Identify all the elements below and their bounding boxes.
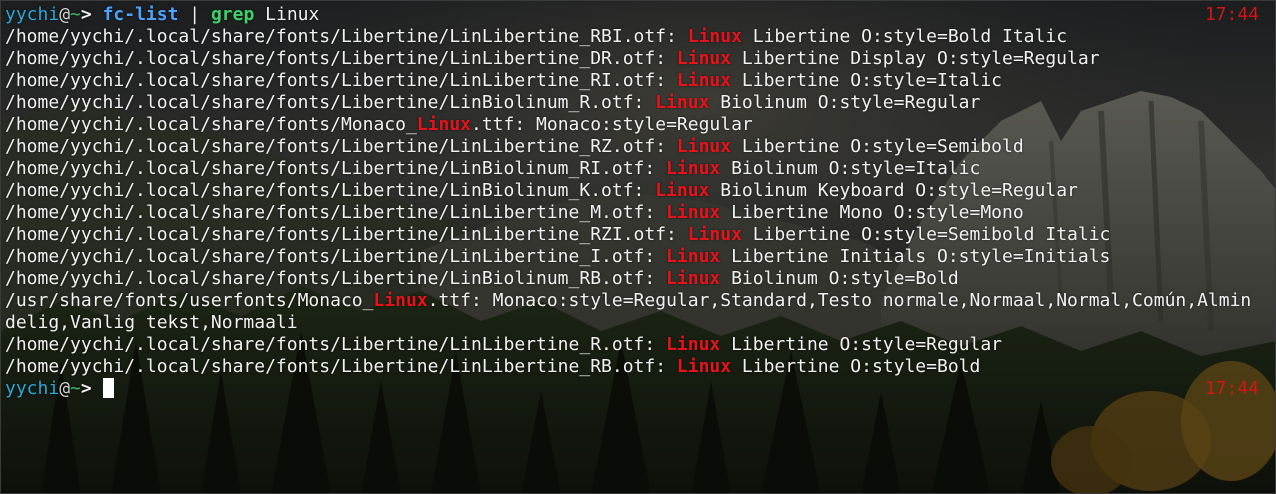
output-line: /home/yychi/.local/share/fonts/Libertine… — [5, 92, 1271, 114]
output-path: /home/yychi/.local/share/fonts/Libertine… — [5, 136, 677, 157]
text-cursor[interactable] — [102, 378, 114, 398]
grep-match-highlight: Linux — [676, 70, 732, 91]
output-path: /home/yychi/.local/share/fonts/Monaco_ — [5, 114, 417, 135]
prompt-user: yychi — [5, 378, 60, 399]
grep-command: grep — [210, 4, 255, 25]
output-path: /home/yychi/.local/share/fonts/Libertine… — [5, 92, 656, 113]
output-path: /home/yychi/.local/share/fonts/Libertine… — [5, 70, 677, 91]
command-name: fc-list — [102, 4, 179, 25]
grep-match-highlight: Linux — [655, 92, 710, 113]
grep-match-highlight: Linux — [666, 246, 721, 267]
prompt-at: @ — [59, 378, 71, 399]
output-line: /home/yychi/.local/share/fonts/Libertine… — [5, 224, 1271, 246]
output-font-info: Libertine O:style=Bold Italic — [741, 26, 1068, 47]
output-font-info: Biolinum O:style=Bold — [720, 268, 959, 289]
output-font-info: Biolinum Keyboard O:style=Regular — [709, 180, 1078, 201]
pipe-symbol: | — [189, 4, 201, 25]
grep-match-highlight: Linux — [666, 268, 721, 289]
terminal-output[interactable]: yychi@~> fc-list | grep Linux /home/yych… — [5, 4, 1271, 400]
output-font-info: Libertine O:style=Bold — [731, 356, 981, 377]
output-line: /home/yychi/.local/share/fonts/Libertine… — [5, 158, 1271, 180]
grep-match-highlight: Linux — [416, 114, 471, 135]
prompt-at: @ — [59, 4, 71, 25]
prompt-user: yychi — [5, 4, 60, 25]
output-font-info: Biolinum O:style=Regular — [709, 92, 981, 113]
grep-match-highlight: Linux — [687, 224, 742, 245]
output-path: /home/yychi/.local/share/fonts/Libertine… — [5, 224, 688, 245]
output-path: /home/yychi/.local/share/fonts/Libertine… — [5, 48, 677, 69]
output-font-info: Libertine Initials O:style=Initials — [720, 246, 1111, 267]
output-font-info: Libertine O:style=Semibold Italic — [741, 224, 1111, 245]
output-lines: /home/yychi/.local/share/fonts/Libertine… — [5, 26, 1271, 378]
grep-match-highlight: Linux — [666, 202, 721, 223]
output-line: /home/yychi/.local/share/fonts/Libertine… — [5, 202, 1271, 224]
prompt-arrow: > — [80, 378, 92, 399]
output-path: /home/yychi/.local/share/fonts/Libertine… — [5, 334, 667, 355]
output-path: /home/yychi/.local/share/fonts/Libertine… — [5, 202, 667, 223]
grep-match-highlight: Linux — [373, 290, 428, 311]
output-path: /home/yychi/.local/share/fonts/Libertine… — [5, 26, 688, 47]
grep-match-highlight: Linux — [687, 26, 742, 47]
output-line: /home/yychi/.local/share/fonts/Libertine… — [5, 70, 1271, 92]
output-font-info: Libertine O:style=Regular — [720, 334, 1003, 355]
grep-match-highlight: Linux — [666, 334, 721, 355]
output-line: /home/yychi/.local/share/fonts/Libertine… — [5, 136, 1271, 158]
grep-match-highlight: Linux — [676, 356, 732, 377]
output-path: /usr/share/fonts/userfonts/Monaco_ — [5, 290, 374, 311]
terminal-window[interactable]: 17:44 17:44 yychi@~> fc-list | grep Linu… — [0, 0, 1276, 494]
output-path: delig,Vanlig tekst,Normaali — [5, 312, 298, 333]
output-line: /home/yychi/.local/share/fonts/Libertine… — [5, 26, 1271, 48]
output-font-info: Libertine Mono O:style=Mono — [720, 202, 1024, 223]
output-line: /home/yychi/.local/share/fonts/Monaco_Li… — [5, 114, 1271, 136]
clock-bottom: 17:44 — [1204, 378, 1259, 399]
prompt-arrow: > — [80, 4, 92, 25]
output-font-info: Libertine Display O:style=Regular — [731, 48, 1100, 69]
command-line: yychi@~> fc-list | grep Linux — [5, 4, 1271, 26]
output-font-info: Libertine O:style=Italic — [731, 70, 1003, 91]
output-line: /home/yychi/.local/share/fonts/Libertine… — [5, 356, 1271, 378]
output-font-info: .ttf: Monaco:style=Regular — [471, 114, 753, 135]
grep-match-highlight: Linux — [655, 180, 710, 201]
output-line: /usr/share/fonts/userfonts/Monaco_Linux.… — [5, 290, 1271, 312]
grep-match-highlight: Linux — [676, 48, 732, 69]
output-font-info: .ttf: Monaco:style=Regular,Standard,Test… — [427, 290, 1252, 311]
output-line: delig,Vanlig tekst,Normaali — [5, 312, 1271, 334]
output-line: /home/yychi/.local/share/fonts/Libertine… — [5, 48, 1271, 70]
prompt-dir: ~ — [70, 378, 81, 399]
output-path: /home/yychi/.local/share/fonts/Libertine… — [5, 268, 667, 289]
output-line: /home/yychi/.local/share/fonts/Libertine… — [5, 246, 1271, 268]
grep-match-highlight: Linux — [666, 158, 721, 179]
prompt-dir: ~ — [70, 4, 81, 25]
output-path: /home/yychi/.local/share/fonts/Libertine… — [5, 158, 667, 179]
clock-top: 17:44 — [1204, 4, 1259, 25]
output-line: /home/yychi/.local/share/fonts/Libertine… — [5, 180, 1271, 202]
output-line: /home/yychi/.local/share/fonts/Libertine… — [5, 334, 1271, 356]
grep-match-highlight: Linux — [676, 136, 732, 157]
output-font-info: Libertine O:style=Semibold — [731, 136, 1024, 157]
output-font-info: Biolinum O:style=Italic — [720, 158, 981, 179]
output-path: /home/yychi/.local/share/fonts/Libertine… — [5, 356, 677, 377]
output-path: /home/yychi/.local/share/fonts/Libertine… — [5, 246, 667, 267]
grep-argument: Linux — [265, 4, 320, 25]
output-path: /home/yychi/.local/share/fonts/Libertine… — [5, 180, 656, 201]
prompt-line[interactable]: yychi@~> — [5, 378, 1271, 400]
output-line: /home/yychi/.local/share/fonts/Libertine… — [5, 268, 1271, 290]
